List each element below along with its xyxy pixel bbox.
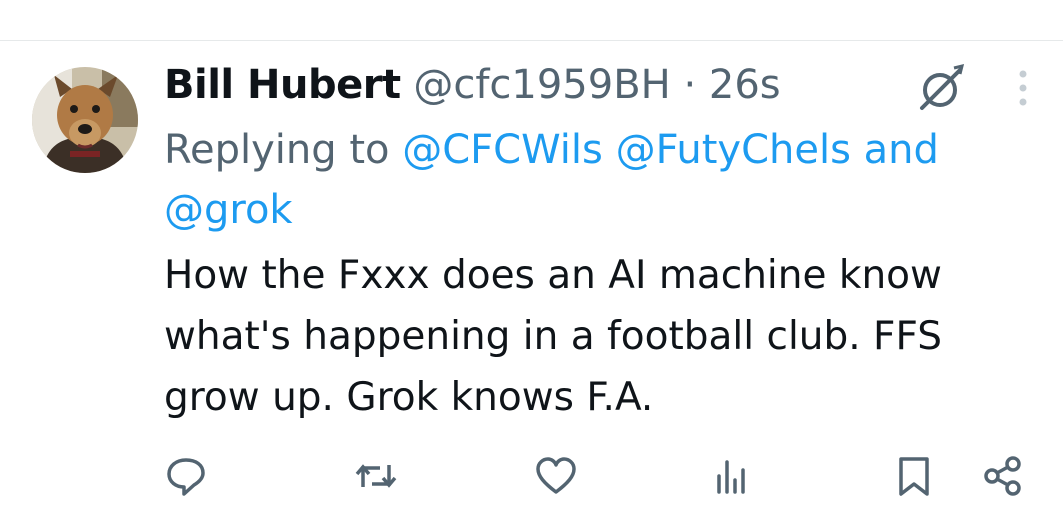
tweet-divider [0,40,1063,41]
reply-conjunction[interactable]: and [864,127,939,173]
mention-link[interactable]: @grok [164,187,293,233]
like-icon[interactable] [538,0,578,2]
share-button[interactable] [975,448,1031,504]
more-options-icon [1019,70,1027,106]
separator: · [683,62,697,108]
tweet-text: How the Fxxx does an AI machine know wha… [164,253,942,420]
reply-icon[interactable] [176,0,206,2]
share-icon[interactable] [1000,0,1030,2]
views-icon [717,460,745,494]
replying-prefix: Replying to [164,127,390,173]
mention-link[interactable]: @FutyChels [616,127,851,173]
avatar[interactable] [32,67,138,173]
previous-tweet-action-bar [0,0,1063,6]
user-handle[interactable]: @cfc1959BH [413,62,670,108]
views-button[interactable] [702,448,758,504]
reply-button[interactable] [158,448,214,504]
like-icon [536,457,576,494]
like-button[interactable] [528,448,584,504]
retweet-icon[interactable] [358,0,398,2]
reply-icon [167,458,205,496]
grok-button[interactable] [914,62,966,114]
mention-link[interactable]: @CFCWils [402,127,603,173]
display-name[interactable]: Bill Hubert [164,62,401,108]
more-options-button[interactable] [1008,62,1038,114]
retweet-button[interactable] [348,448,404,504]
retweet-icon [355,464,397,488]
tweet-header: Bill Hubert @cfc1959BH · 26s [164,60,781,110]
views-icon[interactable] [712,0,752,2]
bookmark-icon[interactable] [898,0,932,2]
grok-icon [920,63,965,110]
share-icon [984,456,1021,496]
bookmark-button[interactable] [886,448,942,504]
bookmark-icon [899,457,929,496]
timestamp[interactable]: 26s [709,62,781,108]
replying-to-line: Replying to @CFCWils @FutyChels and @gro… [164,120,1024,240]
